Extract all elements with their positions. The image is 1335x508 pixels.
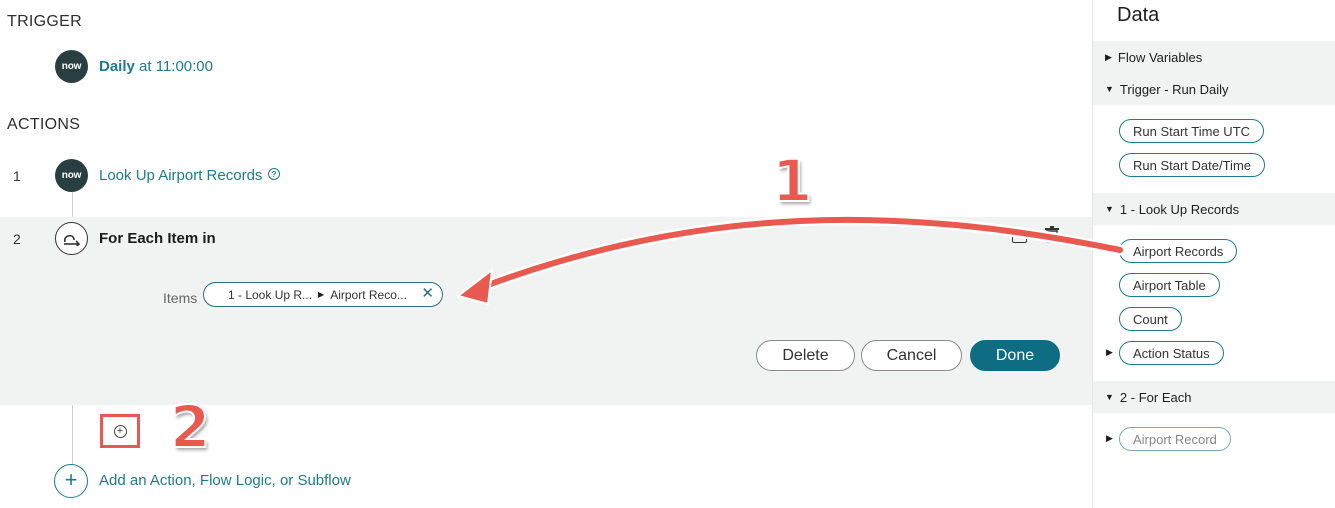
group-flow-variables[interactable]: ▶ Flow Variables bbox=[1093, 41, 1335, 73]
callout-number-2: 2 bbox=[169, 393, 211, 461]
flow-connector-line bbox=[72, 192, 73, 217]
data-panel-title: Data bbox=[1117, 4, 1160, 26]
loop-icon bbox=[55, 222, 88, 255]
caret-right-icon: ▶ bbox=[318, 290, 325, 299]
items-pill-field: Airport Reco... bbox=[330, 287, 407, 302]
items-data-pill-field[interactable]: 1 - Look Up R... ▶ Airport Reco... ✕ bbox=[203, 282, 443, 307]
data-pill-run-start-date-time[interactable]: Run Start Date/Time bbox=[1119, 153, 1266, 177]
data-pill-run-start-time-utc[interactable]: Run Start Time UTC bbox=[1119, 119, 1265, 143]
caret-down-icon: ▼ bbox=[1105, 392, 1114, 402]
data-pill-action-status[interactable]: Action Status bbox=[1119, 341, 1224, 365]
flow-connector-line bbox=[72, 405, 73, 464]
add-action-link[interactable]: Add an Action, Flow Logic, or Subflow bbox=[99, 472, 351, 489]
step-number-1: 1 bbox=[13, 168, 21, 184]
group-for-each[interactable]: ▼ 2 - For Each bbox=[1093, 381, 1335, 413]
group-label: 2 - For Each bbox=[1119, 389, 1192, 405]
group-label: Trigger - Run Daily bbox=[1119, 81, 1229, 97]
items-pill-source: 1 - Look Up R... bbox=[228, 287, 313, 302]
step-number-2: 2 bbox=[13, 231, 21, 247]
cancel-button[interactable]: Cancel bbox=[861, 340, 962, 371]
trigger-time: at 11:00:00 bbox=[134, 58, 213, 75]
data-pill-count[interactable]: Count bbox=[1119, 307, 1182, 331]
data-pill-airport-table[interactable]: Airport Table bbox=[1119, 273, 1220, 297]
group-trigger-run-daily[interactable]: ▼ Trigger - Run Daily bbox=[1093, 73, 1335, 105]
data-pill-airport-record[interactable]: Airport Record bbox=[1119, 427, 1231, 451]
data-pill-airport-records[interactable]: Airport Records bbox=[1119, 239, 1238, 263]
insert-step-highlight[interactable]: + bbox=[100, 414, 140, 448]
add-inside-icon[interactable]: + bbox=[1012, 229, 1027, 243]
delete-button[interactable]: Delete bbox=[756, 340, 855, 371]
caret-right-icon[interactable]: ▶ bbox=[1106, 433, 1113, 444]
action-look-up-airport-records[interactable]: Look Up Airport Records bbox=[99, 167, 262, 184]
clear-icon[interactable]: ✕ bbox=[421, 286, 434, 302]
group-label: 1 - Look Up Records bbox=[1119, 201, 1240, 217]
group-label: Flow Variables bbox=[1117, 49, 1203, 65]
now-logo-icon: now bbox=[55, 50, 88, 83]
callout-number-1: 1 bbox=[771, 147, 813, 215]
actions-section-title: ACTIONS bbox=[7, 116, 81, 133]
group-look-up-records[interactable]: ▼ 1 - Look Up Records bbox=[1093, 193, 1335, 225]
flow-designer-canvas: TRIGGER now Daily at 11:00:00 ACTIONS 1 … bbox=[0, 0, 1092, 508]
add-step-icon[interactable]: + bbox=[113, 424, 127, 438]
trigger-section-title: TRIGGER bbox=[7, 13, 82, 30]
caret-down-icon: ▼ bbox=[1105, 204, 1114, 214]
trigger-schedule[interactable]: Daily at 11:00:00 bbox=[99, 58, 213, 75]
caret-right-icon: ▶ bbox=[1105, 51, 1112, 62]
caret-right-icon[interactable]: ▶ bbox=[1106, 347, 1113, 358]
items-field-label: Items bbox=[163, 290, 198, 306]
help-icon[interactable]: ? bbox=[268, 168, 280, 180]
caret-down-icon: ▼ bbox=[1105, 84, 1114, 94]
add-action-icon[interactable]: + bbox=[54, 464, 88, 498]
data-panel: Data ▶ Flow Variables ▼ Trigger - Run Da… bbox=[1092, 0, 1335, 508]
now-logo-icon: now bbox=[55, 159, 88, 192]
done-button[interactable]: Done bbox=[970, 340, 1060, 371]
trigger-frequency: Daily bbox=[99, 58, 135, 75]
for-each-title: For Each Item in bbox=[99, 230, 216, 247]
trash-icon[interactable] bbox=[1044, 226, 1060, 243]
